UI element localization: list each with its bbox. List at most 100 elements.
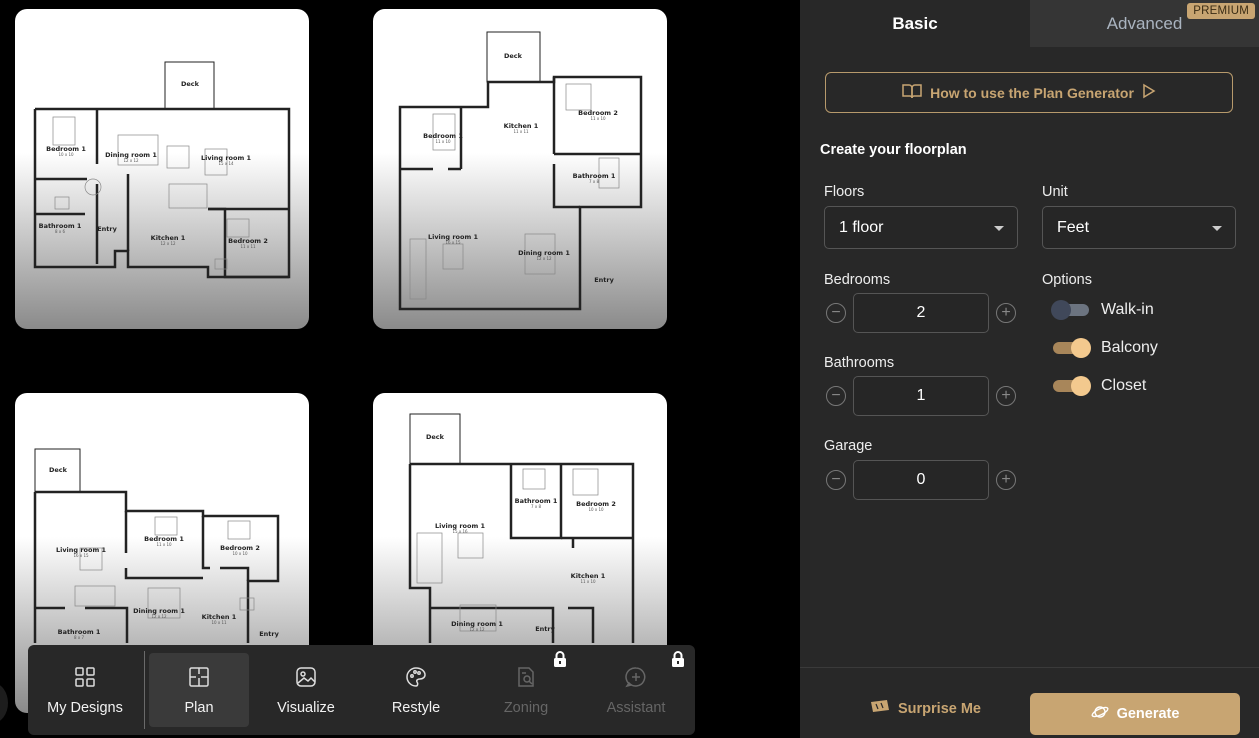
tool-label: Visualize — [277, 700, 335, 716]
document-search-icon — [513, 664, 539, 690]
chat-plus-icon — [623, 664, 649, 690]
palette-icon — [403, 664, 429, 690]
floors-label: Floors — [824, 184, 865, 200]
room-dims: 12 x 12 — [123, 158, 139, 163]
garage-minus-button[interactable]: − — [826, 470, 846, 490]
room-dims: 16 x 15 — [73, 553, 89, 558]
room-dims: 7 x 8 — [589, 179, 599, 184]
unit-select[interactable]: Feet — [1042, 206, 1236, 249]
ticket-icon — [870, 700, 890, 718]
garage-label: Garage — [824, 438, 873, 454]
room-label: Entry — [97, 225, 117, 233]
room-dims: 10 x 10 — [588, 507, 604, 512]
room-label: Entry — [259, 630, 279, 638]
walk-in-toggle[interactable]: Walk-in — [1051, 300, 1154, 320]
plan-card-2[interactable]: Bedroom 1 11 x 10 Kitchen 1 11 x 11 Bedr… — [373, 9, 667, 329]
chevron-down-icon — [994, 226, 1004, 231]
bedrooms-label: Bedrooms — [824, 272, 891, 288]
room-dims: 11 x 11 — [513, 129, 529, 134]
room-dims: 10 x 11 — [211, 620, 227, 625]
tool-label: Assistant — [606, 700, 666, 716]
plan-card-1[interactable]: Bedroom 1 10 x 10 Dining room 1 12 x 12 … — [15, 9, 309, 329]
chevron-down-icon — [1212, 226, 1222, 231]
floorplan-icon — [186, 664, 212, 690]
room-dims: 12 x 12 — [151, 614, 167, 619]
tool-label: Restyle — [391, 700, 441, 716]
tool-visualize[interactable]: Visualize — [251, 645, 361, 735]
room-dims: 10 x 10 — [232, 551, 248, 556]
room-dims: 7 x 8 — [531, 504, 541, 509]
options-label: Options — [1042, 272, 1092, 288]
room-dims: 12 x 12 — [469, 627, 485, 632]
premium-badge: PREMIUM — [1187, 3, 1255, 19]
room-dims: 11 x 11 — [240, 244, 256, 249]
bathrooms-minus-button[interactable]: − — [826, 386, 846, 406]
room-dims: 11 x 10 — [590, 116, 606, 121]
deck-label: Deck — [181, 80, 200, 88]
tool-plan[interactable]: Plan — [147, 645, 251, 735]
balcony-toggle[interactable]: Balcony — [1053, 338, 1158, 358]
tool-restyle[interactable]: Restyle — [361, 645, 471, 735]
how-to-button[interactable]: How to use the Plan Generator — [825, 72, 1233, 113]
tool-label: Zoning — [503, 700, 549, 716]
planet-icon — [1091, 704, 1109, 724]
footer-divider — [800, 667, 1259, 668]
garage-plus-button[interactable]: + — [996, 470, 1016, 490]
floorplan-drawing: Bedroom 1 10 x 10 Dining room 1 12 x 12 … — [33, 61, 291, 279]
room-dims: 8 x 7 — [74, 635, 84, 640]
toggle-switch[interactable] — [1051, 300, 1089, 320]
generate-label: Generate — [1116, 706, 1180, 722]
lock-icon — [671, 651, 685, 671]
generate-button[interactable]: Generate — [1030, 693, 1240, 735]
surprise-label: Surprise Me — [898, 701, 981, 717]
how-to-label: How to use the Plan Generator — [930, 84, 1134, 101]
option-label: Walk-in — [1101, 301, 1154, 318]
tool-my-designs[interactable]: My Designs — [28, 645, 142, 735]
closet-toggle[interactable]: Closet — [1053, 376, 1147, 396]
garage-input[interactable]: 0 — [853, 460, 989, 500]
deck-label: Deck — [49, 466, 68, 474]
bedrooms-minus-button[interactable]: − — [826, 303, 846, 323]
room-label: Entry — [535, 625, 555, 633]
toggle-switch[interactable] — [1053, 338, 1091, 358]
room-dims: 11 x 10 — [580, 579, 596, 584]
room-label: Entry — [594, 276, 614, 284]
tab-advanced-label: Advanced — [1106, 13, 1183, 33]
tool-assistant[interactable]: Assistant — [581, 645, 691, 735]
room-dims: 10 x 10 — [58, 152, 74, 157]
partial-avatar-button[interactable] — [0, 683, 8, 723]
room-dims: 12 x 12 — [160, 241, 176, 246]
tool-label: My Designs — [47, 700, 123, 716]
toggle-switch[interactable] — [1053, 376, 1091, 396]
floors-select[interactable]: 1 floor — [824, 206, 1018, 249]
image-icon — [293, 664, 319, 690]
room-dims: 15 x 16 — [452, 529, 468, 534]
bedrooms-plus-button[interactable]: + — [996, 303, 1016, 323]
deck-label: Deck — [504, 52, 523, 60]
grid-icon — [72, 664, 98, 690]
tool-label: Plan — [184, 700, 214, 716]
lock-icon — [553, 651, 567, 671]
play-icon — [1142, 83, 1156, 102]
option-label: Balcony — [1101, 339, 1158, 356]
room-dims: 11 x 10 — [156, 542, 172, 547]
bathrooms-input[interactable]: 1 — [853, 376, 989, 416]
bedrooms-input[interactable]: 2 — [853, 293, 989, 333]
option-label: Closet — [1101, 377, 1147, 394]
tool-zoning[interactable]: Zoning — [471, 645, 581, 735]
room-dims: 15 x 14 — [218, 161, 234, 166]
bathrooms-label: Bathrooms — [824, 355, 895, 371]
tab-basic[interactable]: Basic — [800, 0, 1030, 47]
deck-label: Deck — [426, 433, 445, 441]
unit-value: Feet — [1057, 218, 1090, 236]
bathrooms-plus-button[interactable]: + — [996, 386, 1016, 406]
toolbar-divider — [144, 651, 145, 729]
unit-label: Unit — [1042, 184, 1068, 200]
floors-value: 1 floor — [839, 218, 884, 236]
surprise-me-button[interactable]: Surprise Me — [870, 700, 981, 718]
book-icon — [902, 83, 922, 102]
room-dims: 8 x 6 — [55, 229, 65, 234]
bottom-toolbar: My Designs Plan Visualize Restyle Zoning… — [28, 645, 695, 735]
tab-advanced[interactable]: Advanced PREMIUM — [1030, 0, 1259, 47]
floorplan-drawing: Bedroom 1 11 x 10 Kitchen 1 11 x 11 Bedr… — [398, 31, 643, 311]
